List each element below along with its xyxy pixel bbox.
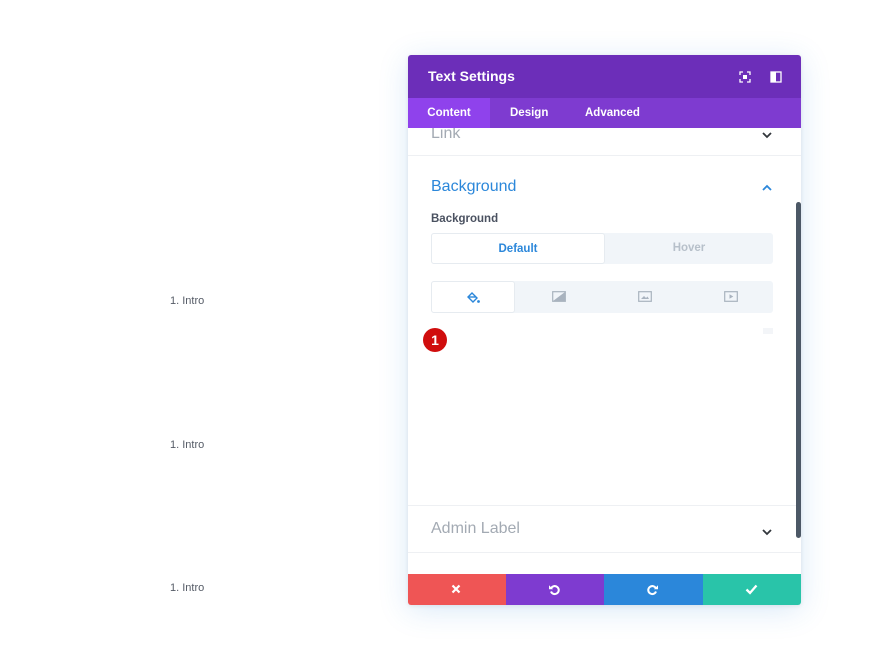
settings-body: Link Background Background Default Hover	[408, 128, 801, 574]
default-state-button[interactable]: Default	[431, 233, 605, 264]
undo-icon	[549, 585, 560, 596]
background-section-title[interactable]: Background	[431, 178, 516, 196]
cancel-button[interactable]	[408, 574, 506, 605]
admin-label-toggle-title: Admin Label	[431, 520, 520, 537]
modal-title: Text Settings	[428, 68, 515, 84]
step-marker-badge: 1	[423, 328, 447, 352]
expand-icon[interactable]	[739, 70, 751, 83]
intro-text-1: 1. Intro	[170, 295, 205, 307]
link-toggle[interactable]: Link	[408, 128, 801, 156]
image-icon	[638, 291, 652, 302]
paint-bucket-icon	[467, 292, 480, 303]
redo-button[interactable]	[604, 574, 703, 605]
scrollbar[interactable]	[796, 202, 801, 538]
background-image-button[interactable]	[603, 281, 687, 313]
close-icon	[451, 584, 461, 594]
modal-footer	[408, 574, 801, 605]
tab-content[interactable]: Content	[408, 98, 490, 128]
text-settings-modal: Text Settings Content Design Advanced Li…	[408, 55, 801, 605]
chevron-up-icon[interactable]	[761, 181, 773, 193]
video-icon	[724, 291, 738, 302]
admin-label-toggle[interactable]: Admin Label	[408, 505, 801, 553]
undo-button[interactable]	[506, 574, 604, 605]
settings-tabs: Content Design Advanced	[408, 98, 801, 128]
color-swatch-placeholder	[763, 328, 773, 334]
save-button[interactable]	[703, 574, 801, 605]
check-icon	[745, 584, 758, 595]
background-gradient-button[interactable]	[517, 281, 601, 313]
background-color-button[interactable]	[431, 281, 515, 313]
modal-header: Text Settings	[408, 55, 801, 98]
background-field-label: Background	[431, 213, 499, 225]
tab-design[interactable]: Design	[510, 98, 548, 128]
tab-advanced[interactable]: Advanced	[585, 98, 640, 128]
intro-text-2: 1. Intro	[170, 439, 205, 451]
chevron-down-icon[interactable]	[761, 128, 773, 140]
split-view-icon[interactable]	[770, 70, 782, 83]
state-switcher: Default Hover	[431, 233, 773, 264]
link-toggle-title: Link	[431, 128, 461, 142]
gradient-icon	[552, 291, 566, 302]
background-video-button[interactable]	[689, 281, 773, 313]
redo-icon	[647, 585, 658, 596]
background-type-selector	[431, 281, 773, 313]
hover-state-button[interactable]: Hover	[605, 233, 773, 264]
intro-text-3: 1. Intro	[170, 582, 205, 594]
chevron-down-icon[interactable]	[761, 525, 773, 537]
